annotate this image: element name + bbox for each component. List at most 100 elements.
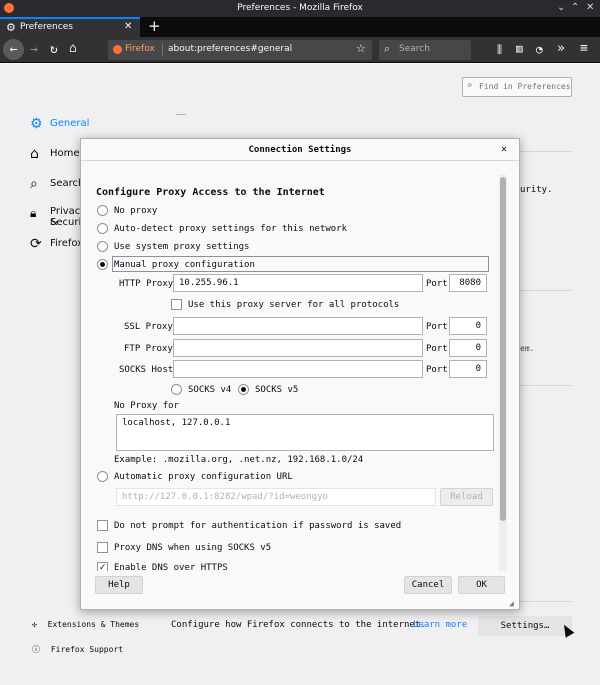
socks-host-input[interactable] bbox=[173, 360, 423, 378]
http-port-label: Port bbox=[426, 279, 448, 289]
sidebar-item-home[interactable]: ⌂ Home bbox=[30, 146, 80, 162]
back-button[interactable]: ← bbox=[3, 39, 24, 60]
extensions-label: Extensions & Themes bbox=[47, 620, 140, 629]
right-divider bbox=[519, 290, 572, 291]
proxy-dns-checkbox[interactable] bbox=[97, 542, 108, 553]
system-proxy-label: Use system proxy settings bbox=[114, 242, 250, 252]
dialog-scrollbar-thumb[interactable] bbox=[500, 177, 506, 521]
clipped-text: em. bbox=[520, 344, 535, 353]
socks-port-label: Port bbox=[426, 365, 448, 375]
no-proxy-radio[interactable] bbox=[97, 205, 108, 216]
sidebar-item-search[interactable]: ⌕ Search bbox=[30, 176, 84, 192]
manual-proxy-radio[interactable] bbox=[97, 259, 108, 270]
socks-v4-label: SOCKS v4 bbox=[188, 385, 232, 395]
ssl-proxy-input[interactable] bbox=[173, 317, 423, 335]
support-link[interactable]: ⓘ Firefox Support bbox=[32, 644, 123, 655]
puzzle-icon: ✣ bbox=[32, 620, 37, 629]
dialog-close-icon[interactable]: ✕ bbox=[501, 144, 507, 155]
sidebar-label: Firefox bbox=[50, 238, 84, 249]
firefox-identity-icon bbox=[113, 45, 122, 54]
url-bar[interactable]: Firefox about:preferences#general ☆ bbox=[108, 40, 372, 60]
help-button[interactable]: Help bbox=[95, 576, 143, 594]
no-prompt-label: Do not prompt for authentication if pass… bbox=[114, 521, 402, 531]
proxy-dns-label: Proxy DNS when using SOCKS v5 bbox=[114, 543, 272, 553]
pac-url-input[interactable]: http://127.0.0.1:8282/wpad/?id=weongyo bbox=[116, 488, 436, 506]
find-in-preferences-input[interactable]: ⌕ Find in Preferences bbox=[462, 77, 572, 97]
dialog-heading: Configure Proxy Access to the Internet bbox=[96, 187, 325, 198]
network-description: Configure how Firefox connects to the in… bbox=[171, 620, 426, 630]
tab-preferences[interactable]: ⚙ Preferences ✕ bbox=[0, 17, 140, 37]
dns-over-https-row: ✓ Enable DNS over HTTPS bbox=[81, 560, 501, 571]
sidebar-item-sync[interactable]: ⟳ Firefox bbox=[30, 236, 83, 252]
reload-icon[interactable]: ↻ bbox=[50, 43, 58, 56]
use-for-all-checkbox[interactable] bbox=[171, 299, 182, 310]
socks-v5-radio[interactable] bbox=[238, 384, 249, 395]
gear-icon: ⚙ bbox=[30, 116, 43, 132]
tab-label: Preferences bbox=[20, 22, 73, 32]
socks-v5-label: SOCKS v5 bbox=[255, 385, 299, 395]
right-divider bbox=[519, 385, 572, 386]
auto-config-url-radio[interactable] bbox=[97, 471, 108, 482]
help-circle-icon: ⓘ bbox=[32, 645, 40, 654]
dns-over-https-checkbox[interactable]: ✓ bbox=[97, 562, 108, 571]
home-icon[interactable]: ⌂ bbox=[69, 42, 77, 55]
maximize-icon[interactable]: ⌃ bbox=[571, 2, 579, 13]
sidebar-item-general[interactable]: ⚙ General bbox=[30, 116, 89, 132]
bookmark-star-icon[interactable]: ☆ bbox=[356, 42, 366, 55]
sidebar-item-privacy[interactable]: 🔒︎ Privacy & Security bbox=[30, 206, 91, 228]
cancel-button[interactable]: Cancel bbox=[404, 576, 452, 594]
search-bar[interactable]: ⌕ Search bbox=[379, 40, 471, 60]
support-label: Firefox Support bbox=[50, 645, 124, 654]
lock-icon: 🔒︎ bbox=[30, 206, 37, 220]
gear-icon: ⚙ bbox=[6, 21, 16, 34]
new-tab-button[interactable]: + bbox=[148, 17, 161, 35]
sidebar-label: Home bbox=[50, 148, 80, 159]
no-proxy-for-textarea[interactable]: localhost, 127.0.0.1 bbox=[116, 414, 494, 451]
forward-icon[interactable]: → bbox=[30, 43, 38, 56]
library-icon[interactable]: ⫼ bbox=[497, 43, 502, 56]
socks-v4-radio[interactable] bbox=[171, 384, 182, 395]
search-icon: ⌕ bbox=[30, 176, 38, 192]
find-search-icon: ⌕ bbox=[467, 81, 473, 91]
ssl-port-input[interactable]: 0 bbox=[449, 317, 487, 335]
url-text[interactable]: about:preferences#general bbox=[168, 44, 292, 54]
learn-more-link[interactable]: Learn more bbox=[413, 620, 467, 630]
system-proxy-radio[interactable] bbox=[97, 241, 108, 252]
search-icon: ⌕ bbox=[384, 42, 391, 55]
connection-settings-dialog: Connection Settings ✕ Configure Proxy Ac… bbox=[80, 138, 520, 610]
no-prompt-checkbox[interactable] bbox=[97, 520, 108, 531]
search-placeholder: Search bbox=[399, 44, 430, 54]
resize-grip-icon[interactable]: ◢ bbox=[509, 599, 514, 608]
overflow-icon[interactable]: » bbox=[557, 42, 565, 55]
http-port-input[interactable]: 8080 bbox=[449, 274, 487, 292]
reload-button[interactable]: Reload bbox=[440, 488, 493, 506]
no-proxy-for-label: No Proxy for bbox=[114, 401, 180, 411]
use-for-all-label: Use this proxy server for all protocols bbox=[188, 300, 400, 310]
close-tab-icon[interactable]: ✕ bbox=[124, 21, 132, 32]
http-proxy-input[interactable]: 10.255.96.1 bbox=[173, 274, 423, 292]
close-window-icon[interactable]: ✕ bbox=[586, 2, 594, 13]
socks-host-label: SOCKS Host bbox=[119, 365, 174, 375]
minimize-icon[interactable]: ⌄ bbox=[557, 2, 565, 13]
socks-port-input[interactable]: 0 bbox=[449, 360, 487, 378]
ftp-proxy-input[interactable] bbox=[173, 339, 423, 357]
identity-label: Firefox bbox=[125, 44, 155, 54]
sidebar-icon[interactable]: ▥ bbox=[516, 42, 523, 55]
find-placeholder: Find in Preferences bbox=[479, 82, 571, 91]
menu-icon[interactable]: ≡ bbox=[580, 42, 588, 55]
home-icon: ⌂ bbox=[30, 146, 39, 162]
ssl-proxy-label: SSL Proxy bbox=[124, 322, 173, 332]
screenshot-icon[interactable]: ◔ bbox=[536, 43, 543, 56]
ok-button[interactable]: OK bbox=[458, 576, 505, 594]
auto-config-url-label: Automatic proxy configuration URL bbox=[114, 472, 293, 482]
dialog-title: Connection Settings bbox=[81, 139, 519, 161]
extensions-link[interactable]: ✣ Extensions & Themes bbox=[32, 620, 139, 629]
ftp-port-input[interactable]: 0 bbox=[449, 339, 487, 357]
no-proxy-label: No proxy bbox=[114, 206, 158, 216]
network-settings-button[interactable]: Settings… bbox=[478, 616, 572, 636]
sidebar-label: General bbox=[50, 118, 90, 129]
manual-proxy-label: Manual proxy configuration bbox=[114, 260, 255, 270]
ftp-proxy-label: FTP Proxy bbox=[124, 344, 173, 354]
ftp-port-label: Port bbox=[426, 344, 448, 354]
auto-detect-radio[interactable] bbox=[97, 223, 108, 234]
